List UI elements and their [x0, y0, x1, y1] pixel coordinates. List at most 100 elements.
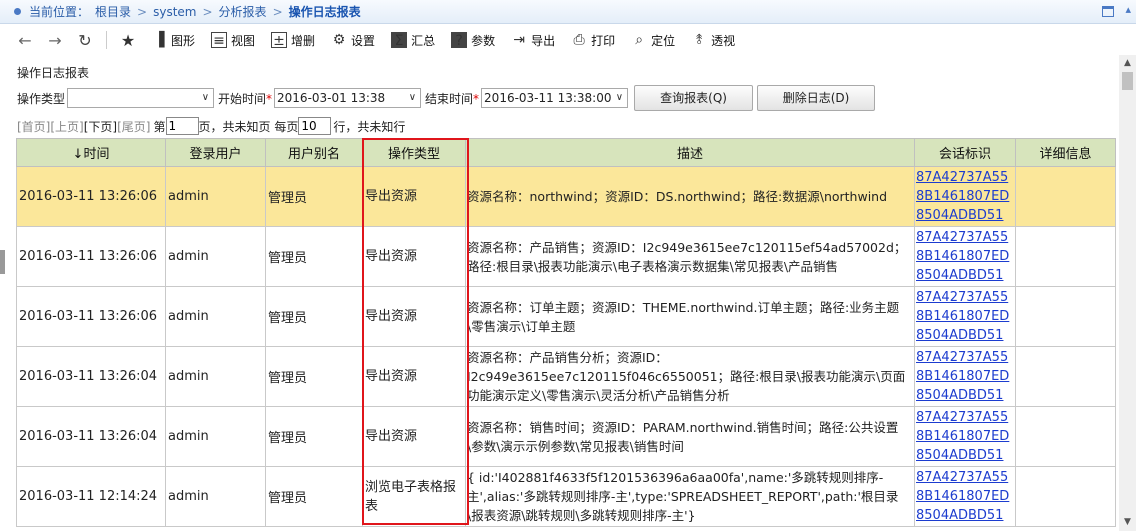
- prev-page-link[interactable]: [上页]: [50, 118, 83, 135]
- add-delete-icon: ±: [271, 32, 288, 49]
- session-cell: 87A42737A558B1461807ED8504ADBD51: [914, 286, 1016, 347]
- pivot-icon: ⥉: [695, 32, 703, 48]
- view-button[interactable]: ≡ 视图: [203, 29, 263, 51]
- session-link[interactable]: 87A42737A558B1461807ED8504ADBD51: [916, 350, 1009, 403]
- col-header-session[interactable]: 会话标识: [914, 138, 1016, 167]
- page-number-input[interactable]: [165, 117, 199, 135]
- table-row[interactable]: 2016-03-11 13:26:06 admin 管理员 导出资源 资源名称：产品销售…: [16, 226, 1116, 287]
- start-time-label: 开始时间*: [218, 90, 272, 107]
- last-page-link[interactable]: [尾页]: [117, 118, 150, 135]
- session-link[interactable]: 87A42737A558B1461807ED8504ADBD51: [916, 290, 1009, 343]
- table-row[interactable]: 2016-03-11 13:26:06 admin 管理员 导出资源 资源名称：订单主题…: [16, 286, 1116, 347]
- chevron-down-icon: ∨: [615, 92, 624, 103]
- breadcrumb-item-analysis[interactable]: 分析报表: [219, 3, 267, 20]
- time-cell: 2016-03-11 13:26:06: [16, 226, 166, 287]
- session-link[interactable]: 87A42737A558B1461807ED8504ADBD51: [916, 170, 1009, 223]
- col-header-user[interactable]: 登录用户: [165, 138, 266, 167]
- pivot-button[interactable]: ⥉ 透视: [683, 29, 743, 51]
- optype-cell: 导出资源: [362, 346, 466, 407]
- user-cell: admin: [165, 226, 266, 287]
- table-row[interactable]: 2016-03-11 13:26:04 admin 管理员 导出资源 资源名称：销售时间…: [16, 406, 1116, 467]
- back-arrow-icon[interactable]: ←: [10, 29, 40, 51]
- session-link[interactable]: 87A42737A558B1461807ED8504ADBD51: [916, 470, 1009, 523]
- maximize-icon[interactable]: [1102, 6, 1114, 17]
- start-time-select[interactable]: 2016-03-01 13:38 ∨: [274, 88, 422, 108]
- time-cell: 2016-03-11 12:14:24: [16, 466, 166, 527]
- side-panel-handle[interactable]: [0, 250, 5, 274]
- detail-cell: [1015, 406, 1116, 467]
- breadcrumb-item-root[interactable]: 根目录: [95, 3, 131, 20]
- query-report-button[interactable]: 查询报表(Q): [634, 85, 754, 111]
- report-title: 操作日志报表: [17, 66, 90, 80]
- forward-arrow-icon[interactable]: →: [40, 29, 70, 51]
- breadcrumb-item-system[interactable]: system: [153, 5, 196, 19]
- col-header-optype[interactable]: 操作类型: [362, 138, 466, 167]
- required-mark: *: [473, 91, 480, 106]
- session-link[interactable]: 87A42737A558B1461807ED8504ADBD51: [916, 230, 1009, 283]
- view-button-label: 视图: [231, 33, 256, 48]
- end-time-value: 2016-03-11 13:38:00: [484, 91, 612, 105]
- table-row[interactable]: 2016-03-11 12:14:24 admin 管理员 浏览电子表格报表{ id:…: [16, 466, 1116, 527]
- locate-button[interactable]: ⌕ 定位: [623, 29, 683, 51]
- start-time-label-text: 开始时间: [218, 91, 267, 106]
- alias-cell: 管理员: [265, 166, 363, 227]
- breadcrumb-separator: >: [137, 4, 148, 19]
- refresh-icon[interactable]: ↻: [70, 29, 100, 51]
- col-header-detail[interactable]: 详细信息: [1015, 138, 1116, 167]
- alias-cell: 管理员: [265, 346, 363, 407]
- start-time-value: 2016-03-01 13:38: [277, 91, 386, 105]
- detail-cell: [1015, 346, 1116, 407]
- add-delete-button[interactable]: ± 增删: [263, 29, 323, 51]
- col-header-time[interactable]: ↓时间: [16, 138, 166, 167]
- optype-cell: 导出资源: [362, 166, 466, 227]
- end-time-select[interactable]: 2016-03-11 13:38:00 ∨: [481, 88, 629, 108]
- rows-per-page-input[interactable]: [298, 117, 332, 135]
- detail-cell: [1015, 286, 1116, 347]
- log-table: ↓时间 登录用户 用户别名 操作类型 描述 会话标识 详细信息 2016-03-…: [16, 138, 1116, 527]
- session-cell: 87A42737A558B1461807ED8504ADBD51: [914, 346, 1016, 407]
- toolbar-divider: [106, 31, 107, 49]
- desc-cell: 资源名称：产品销售分析；资源ID：I2c949e3615ee7c120115f0…: [465, 346, 915, 407]
- optype-cell: 导出资源: [362, 226, 466, 287]
- delete-log-button[interactable]: 删除日志(D): [757, 85, 876, 111]
- next-page-link[interactable]: [下页]: [84, 118, 117, 135]
- col-header-alias[interactable]: 用户别名: [265, 138, 363, 167]
- params-button-label: 参数: [471, 33, 496, 48]
- print-button[interactable]: ⎙ 打印: [563, 29, 623, 51]
- expand-icon[interactable]: ▴: [1125, 3, 1131, 16]
- desc-cell: 资源名称：产品销售；资源ID：I2c949e3615ee7c120115ef54…: [465, 226, 915, 287]
- scroll-thumb[interactable]: [1122, 72, 1133, 90]
- chevron-down-icon: ∨: [408, 92, 417, 103]
- settings-button[interactable]: ⚙ 设置: [323, 29, 383, 51]
- alias-cell: 管理员: [265, 226, 363, 287]
- user-cell: admin: [165, 346, 266, 407]
- chart-button[interactable]: ▐ 图形: [143, 29, 203, 51]
- first-page-link[interactable]: [首页]: [17, 118, 50, 135]
- scroll-up-icon[interactable]: ▲: [1119, 55, 1136, 72]
- vertical-scrollbar[interactable]: ▲ ▼: [1119, 55, 1136, 531]
- session-link[interactable]: 87A42737A558B1461807ED8504ADBD51: [916, 410, 1009, 463]
- summary-button[interactable]: Σ 汇总: [383, 29, 443, 51]
- rows-suffix: 行，共未知行: [333, 119, 406, 134]
- scroll-down-icon[interactable]: ▼: [1119, 514, 1136, 531]
- table-row[interactable]: 2016-03-11 13:26:04 admin 管理员 导出资源 资源名称：产品销售…: [16, 346, 1116, 407]
- table-row[interactable]: 2016-03-11 13:26:06 admin 管理员 导出资源 资源名称：nort…: [16, 166, 1116, 227]
- time-cell: 2016-03-11 13:26:04: [16, 346, 166, 407]
- chevron-down-icon: ∨: [201, 92, 210, 103]
- locate-icon: ⌕: [635, 32, 644, 48]
- question-icon: ?: [451, 32, 468, 49]
- time-cell: 2016-03-11 13:26:04: [16, 406, 166, 467]
- detail-cell: [1015, 226, 1116, 287]
- chart-button-label: 图形: [171, 33, 196, 48]
- star-icon[interactable]: ★: [113, 29, 143, 51]
- desc-cell: 资源名称：销售时间；资源ID：PARAM.northwind.销售时间；路径:公…: [465, 406, 915, 467]
- op-type-select[interactable]: ∨: [67, 88, 215, 108]
- optype-cell: 浏览电子表格报表: [362, 466, 466, 527]
- alias-cell: 管理员: [265, 406, 363, 467]
- params-button[interactable]: ? 参数: [443, 29, 503, 51]
- breadcrumb: 当前位置： 根目录 > system > 分析报表 > 操作日志报表 ▴: [0, 0, 1136, 24]
- pager: [首页] [上页] [下页] [尾页] 第 页，共未知页 每页 行，共未知行: [17, 116, 405, 136]
- col-header-desc[interactable]: 描述: [465, 138, 915, 167]
- export-button[interactable]: ⇥ 导出: [503, 29, 563, 51]
- print-icon: ⎙: [573, 32, 585, 48]
